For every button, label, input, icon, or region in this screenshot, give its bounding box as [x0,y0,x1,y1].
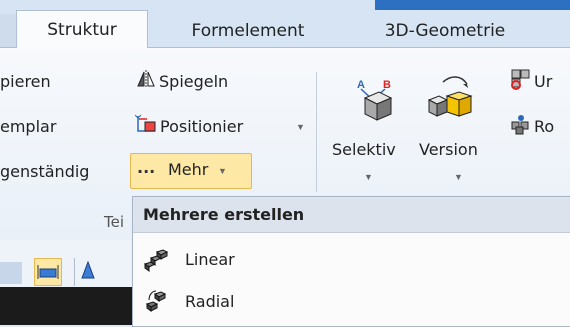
menu-item-linear-label: Linear [185,249,235,269]
toolbar-separator [74,258,75,286]
positionier-label: Positionier [160,117,244,136]
mirror-icon [137,70,155,88]
chevron-down-icon: ▼ [218,166,227,176]
position-icon [135,114,156,132]
ribbon-button-exemplar[interactable]: emplar [0,117,56,136]
mehr-label: Mehr [168,160,209,179]
toolbar-tool-icon[interactable] [80,258,96,286]
group-separator [316,72,317,192]
ribbon-button-eigenstaendig[interactable]: genständig [0,162,89,181]
tab-3d-geometrie[interactable]: 3D-Geometrie [350,14,540,47]
ribbon-group-label: Tei [104,213,125,231]
spiegeln-label: Spiegeln [159,72,229,91]
tab-struktur[interactable]: Struktur [16,10,148,49]
menu-item-radial-label: Radial [185,291,235,311]
version-cube-icon [427,76,473,117]
ribbon-tab-bar: Struktur Formelement 3D-Geometrie [0,0,570,49]
chevron-down-icon: ▼ [364,172,373,182]
mehr-button[interactable]: ... Mehr ▼ [130,153,252,189]
tab-edge [0,14,16,47]
dimension-icon [37,265,59,279]
menu-item-linear[interactable]: Linear [133,239,570,279]
menu-item-radial[interactable]: Radial [133,281,570,321]
selektiv-label: Selektiv [332,140,396,159]
tab-struktur-label: Struktur [47,20,117,40]
menu-header: Mehrere erstellen [133,197,570,233]
toolbar-pattern-icon[interactable] [0,262,22,284]
ribbon-button-right-1-label: Ur [534,72,553,91]
tab-3d-geometrie-label: 3D-Geometrie [384,20,506,41]
rotate-pattern-icon [511,115,529,135]
ribbon-button-kopieren[interactable]: pieren [0,72,51,91]
radial-pattern-icon [145,290,167,312]
dimension-tool-button[interactable] [34,258,62,286]
mehr-dropdown-menu: Mehrere erstellen Linear Radial [132,196,570,327]
more-dots-icon: ... [137,158,156,177]
ribbon-button-right-2-label: Ro [534,117,555,136]
version-label: Version [419,140,478,159]
tab-formelement[interactable]: Formelement [148,14,348,47]
chevron-down-icon: ▼ [454,172,463,182]
linear-pattern-icon [143,249,169,272]
chevron-down-icon: ▼ [296,122,305,132]
viewport-area [0,287,132,325]
title-bar-accent [375,0,570,10]
tab-formelement-label: Formelement [191,20,305,41]
grid-pattern-icon [511,69,530,90]
selective-cube-icon: A B [357,79,393,121]
